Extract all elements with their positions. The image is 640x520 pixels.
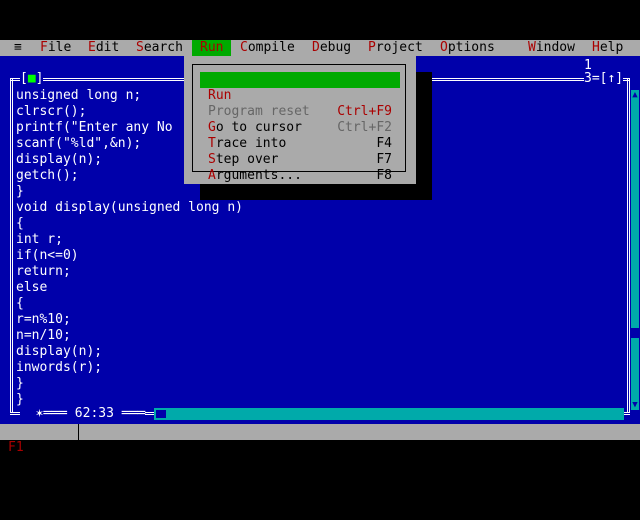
vertical-scroll-thumb[interactable] bbox=[631, 328, 639, 338]
code-line[interactable]: display(n); bbox=[16, 344, 626, 360]
menu-help[interactable]: Help bbox=[592, 40, 623, 56]
status-bar: F1 Help Make and run the current program bbox=[0, 424, 640, 503]
window-controls[interactable]: 3=[↑] bbox=[584, 72, 624, 86]
run-menu-item-run[interactable]: Run Ctrl+F9 bbox=[200, 72, 400, 119]
menu-run[interactable]: Run bbox=[192, 40, 232, 56]
code-line[interactable]: { bbox=[16, 296, 626, 312]
menu-compile[interactable]: Compile bbox=[240, 40, 295, 56]
turbo-c-ide: ≡ File Edit Search Run Compile Debug Pro… bbox=[0, 0, 640, 503]
code-line[interactable]: r=n%10; bbox=[16, 312, 626, 328]
code-line[interactable]: else bbox=[16, 280, 626, 296]
run-menu-dropdown: Run Ctrl+F9 Program reset Ctrl+F2 Go to … bbox=[184, 56, 416, 184]
run-menu-item-step-over[interactable]: Step over F8 bbox=[200, 136, 400, 183]
code-line[interactable]: if(n<=0) bbox=[16, 248, 626, 264]
run-menu-item-go-to-cursor[interactable]: Go to cursor F4 bbox=[200, 104, 400, 151]
run-menu-item-arguments[interactable]: Arguments... bbox=[200, 152, 400, 183]
window-frame-left bbox=[10, 78, 13, 412]
help-key-label[interactable]: Help bbox=[32, 456, 63, 472]
scroll-up-arrow-icon[interactable]: ▲ bbox=[631, 90, 639, 100]
menu-file[interactable]: File bbox=[40, 40, 71, 56]
code-line[interactable]: inwords(r); bbox=[16, 360, 626, 376]
status-message: Make and run the current program bbox=[88, 488, 339, 503]
horizontal-scroll-thumb[interactable] bbox=[156, 410, 166, 418]
horizontal-scrollbar[interactable] bbox=[154, 408, 624, 420]
system-menu-icon[interactable]: ≡ bbox=[14, 40, 22, 56]
menu-search[interactable]: Search bbox=[136, 40, 183, 56]
code-line[interactable]: } bbox=[16, 376, 626, 392]
code-line[interactable]: void display(unsigned long n) bbox=[16, 200, 626, 216]
menu-project[interactable]: Project bbox=[368, 40, 423, 56]
run-menu-item-program-reset[interactable]: Program reset Ctrl+F2 bbox=[200, 88, 400, 135]
close-box[interactable]: [■] bbox=[20, 71, 44, 86]
run-menu-item-trace-into[interactable]: Trace into F7 bbox=[200, 120, 400, 167]
code-line[interactable]: int r; bbox=[16, 232, 626, 248]
close-icon[interactable]: ■ bbox=[28, 71, 36, 86]
vertical-scrollbar[interactable]: ▲ ▼ bbox=[631, 90, 639, 410]
code-line[interactable]: n=n/10; bbox=[16, 328, 626, 344]
code-line[interactable]: return; bbox=[16, 264, 626, 280]
window-frame-right bbox=[627, 78, 630, 412]
menu-debug[interactable]: Debug bbox=[312, 40, 351, 56]
menu-edit[interactable]: Edit bbox=[88, 40, 119, 56]
code-line[interactable]: { bbox=[16, 216, 626, 232]
help-key[interactable]: F1 bbox=[8, 440, 24, 456]
status-separator bbox=[78, 424, 79, 440]
cursor-position: ✶═══ 62:33 ═══ bbox=[20, 406, 146, 422]
menu-bar: ≡ File Edit Search Run Compile Debug Pro… bbox=[0, 40, 640, 56]
menu-window[interactable]: Window bbox=[528, 40, 575, 56]
scroll-down-arrow-icon[interactable]: ▼ bbox=[631, 400, 639, 410]
menu-options[interactable]: Options bbox=[440, 40, 495, 56]
